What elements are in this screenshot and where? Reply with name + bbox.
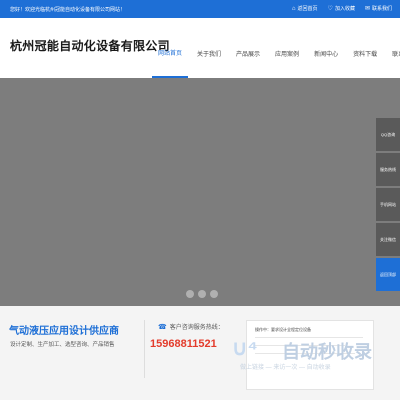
watermark-logo-icon: ∪⁴ — [232, 337, 258, 360]
watermark: ∪⁴ 自动秒收录 做上链接 — 来访一次 — 自动收录 — [232, 336, 382, 376]
nav-downloads[interactable]: 资料下载 — [347, 28, 383, 78]
nav-cases[interactable]: 应用案例 — [269, 28, 305, 78]
home-link[interactable]: ⌂ 返回首页 — [291, 5, 318, 13]
contact-label: ☎ 客户咨询服务热线： — [158, 322, 224, 332]
home-icon: ⌂ — [291, 5, 296, 12]
nav-products[interactable]: 产品展示 — [230, 28, 266, 78]
sidebar-wechat[interactable]: 关注微信 — [376, 223, 400, 256]
sidebar-back-to-top[interactable]: 返回顶部 — [376, 258, 400, 291]
watermark-sub: 做上链接 — 来访一次 — 自动收录 — [240, 365, 331, 371]
hero-banner — [0, 78, 400, 306]
company-logo[interactable]: 杭州冠能自动化设备有限公司 — [10, 37, 170, 54]
heart-icon: ♡ — [327, 6, 333, 12]
nav-contact[interactable]: 联系我们 — [386, 28, 400, 78]
floating-sidebar: QQ咨询 服务热线 手机网站 关注微信 返回顶部 — [376, 118, 400, 293]
phone-icon: ☎ — [158, 323, 167, 331]
phone-number[interactable]: 15968811521 — [150, 338, 217, 350]
services-text: 设计定制、生产加工、选型咨询、产品销售 — [10, 342, 115, 348]
carousel-dot[interactable] — [186, 290, 194, 298]
favorite-link-label: 加入收藏 — [334, 6, 355, 12]
sidebar-qq[interactable]: QQ咨询 — [376, 118, 400, 151]
main-nav: 网站首页 关于我们 产品展示 应用案例 新闻中心 资料下载 联系我们 — [152, 28, 400, 78]
divider — [144, 320, 145, 378]
nav-about[interactable]: 关于我们 — [191, 28, 227, 78]
top-bar: 您好！欢迎光临杭州冠能自动化设备有限公司网站！ ⌂ 返回首页 ♡ 加入收藏 ✉ … — [0, 0, 400, 18]
home-link-label: 返回首页 — [297, 6, 318, 12]
mail-icon: ✉ — [364, 6, 370, 12]
sidebar-mobile-site[interactable]: 手机网站 — [376, 188, 400, 221]
header: 杭州冠能自动化设备有限公司 网站首页 关于我们 产品展示 应用案例 新闻中心 资… — [0, 18, 400, 78]
contact-link-label: 联系我们 — [371, 6, 392, 12]
sidebar-hotline[interactable]: 服务热线 — [376, 153, 400, 186]
contact-link[interactable]: ✉ 联系我们 — [365, 5, 392, 12]
nav-home[interactable]: 网站首页 — [152, 28, 189, 78]
nav-news[interactable]: 新闻中心 — [308, 28, 344, 78]
carousel-dot[interactable] — [198, 290, 206, 298]
contact-label-text: 客户咨询服务热线： — [169, 325, 224, 331]
top-links: ⌂ 返回首页 ♡ 加入收藏 ✉ 联系我们 — [291, 5, 392, 13]
card-text: 操作中：要求设计全程定位设备 — [255, 327, 311, 332]
watermark-text: 自动秒收录 — [282, 342, 372, 362]
welcome-text: 您好！欢迎光临杭州冠能自动化设备有限公司网站！ — [10, 7, 126, 13]
slogan: 气动液压应用设计供应商 — [9, 326, 119, 337]
carousel-dot[interactable] — [210, 290, 218, 298]
favorite-link[interactable]: ♡ 加入收藏 — [328, 5, 355, 12]
page: 您好！欢迎光临杭州冠能自动化设备有限公司网站！ ⌂ 返回首页 ♡ 加入收藏 ✉ … — [0, 0, 400, 400]
carousel-dots — [186, 290, 218, 298]
